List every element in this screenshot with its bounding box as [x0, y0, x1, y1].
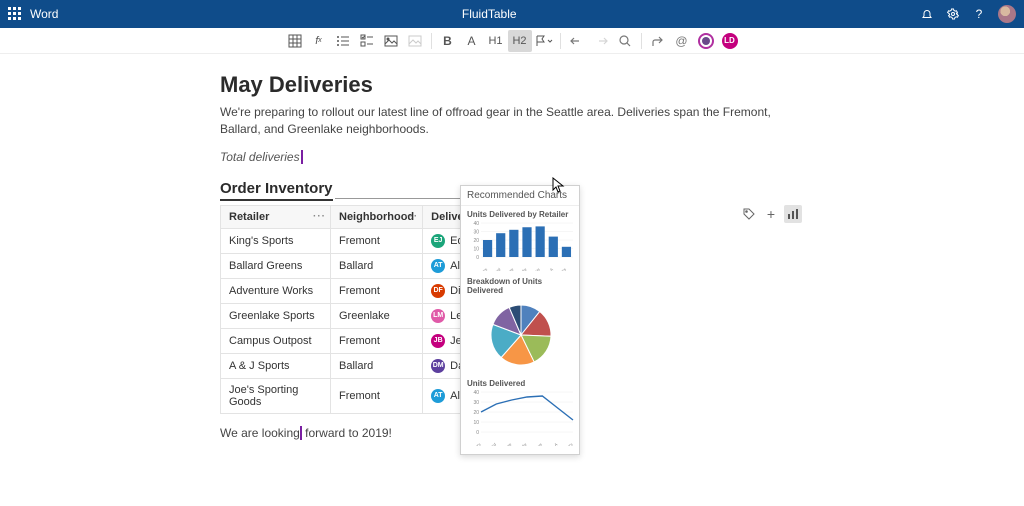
svg-text:0: 0: [476, 430, 479, 436]
svg-text:30: 30: [473, 230, 479, 236]
svg-text:40: 40: [473, 221, 479, 227]
svg-text:40: 40: [473, 390, 479, 396]
function-icon[interactable]: fx: [307, 30, 331, 52]
svg-text:Greenlake: Greenlake: [510, 441, 529, 446]
recommended-charts-panel[interactable]: Recommended Charts Units Delivered by Re…: [460, 185, 580, 455]
svg-text:10: 10: [473, 247, 479, 253]
svg-text:Joe's: Joe's: [563, 442, 573, 446]
app-name: Word: [30, 7, 58, 21]
cell-retailer: A & J Sports: [221, 353, 331, 378]
th-retailer[interactable]: Retailer···: [221, 205, 331, 228]
cell-retailer: Joe's Sporting Goods: [221, 378, 331, 413]
svg-text:Ballard: Ballard: [488, 267, 501, 271]
carrier-avatar: DF: [431, 284, 445, 298]
carrier-avatar: JB: [431, 334, 445, 348]
cell-neighborhood: Ballard: [331, 353, 423, 378]
notification-icon[interactable]: [920, 7, 934, 21]
svg-text:A: A: [553, 442, 558, 446]
help-icon[interactable]: ?: [972, 7, 986, 21]
carrier-avatar: AT: [431, 259, 445, 273]
rec-chart-pie[interactable]: Breakdown of Units Delivered: [461, 273, 579, 375]
search-icon[interactable]: [613, 30, 637, 52]
svg-text:0: 0: [476, 255, 479, 261]
svg-text:30: 30: [473, 400, 479, 406]
carrier-avatar: DM: [431, 359, 445, 373]
image-icon[interactable]: [379, 30, 403, 52]
svg-text:Campus: Campus: [528, 442, 543, 446]
undo-icon[interactable]: [565, 30, 589, 52]
pie-chart-thumb: [467, 297, 575, 373]
checklist-icon[interactable]: [355, 30, 379, 52]
list-icon[interactable]: [331, 30, 355, 52]
total-deliveries-line: Total deliveries: [220, 150, 1024, 164]
section-title: Order Inventory: [220, 180, 333, 201]
carrier-avatar: EJ: [431, 234, 445, 248]
svg-text:Joe's: Joe's: [557, 267, 567, 271]
presence-2[interactable]: LD: [718, 30, 742, 52]
svg-text:King's: King's: [470, 442, 482, 446]
cell-neighborhood: Fremont: [331, 378, 423, 413]
share-icon[interactable]: [646, 30, 670, 52]
toolbar-divider: [641, 33, 642, 49]
h1-button[interactable]: H1: [484, 30, 508, 52]
bold-button[interactable]: B: [436, 30, 460, 52]
rec-chart-line[interactable]: Units Delivered 010203040King'sBallardAd…: [461, 375, 579, 448]
rec-chart-bar[interactable]: Units Delivered by Retailer 010203040Kin…: [461, 206, 579, 273]
title-bar: Word FluidTable ?: [0, 0, 1024, 28]
svg-text:A: A: [549, 267, 554, 271]
cell-retailer: King's Sports: [221, 228, 331, 253]
cell-retailer: Adventure Works: [221, 278, 331, 303]
column-menu-icon[interactable]: ···: [313, 211, 326, 222]
svg-text:20: 20: [473, 238, 479, 244]
carrier-avatar: LM: [431, 309, 445, 323]
cell-retailer: Ballard Greens: [221, 253, 331, 278]
table-icon[interactable]: [283, 30, 307, 52]
bar-chart-thumb: 010203040King'sBallardAdventureGreenlake…: [467, 221, 575, 271]
mention-icon[interactable]: @: [670, 30, 694, 52]
svg-text:10: 10: [473, 420, 479, 426]
toolbar-divider: [560, 33, 561, 49]
svg-text:20: 20: [473, 410, 479, 416]
font-button[interactable]: A: [460, 30, 484, 52]
svg-text:Ballard: Ballard: [484, 442, 497, 446]
app-launcher-icon[interactable]: [8, 7, 22, 21]
toolbar-divider: [431, 33, 432, 49]
cell-neighborhood: Fremont: [331, 278, 423, 303]
h2-button[interactable]: H2: [508, 30, 532, 52]
svg-text:Adventure: Adventure: [494, 441, 512, 446]
page-title: May Deliveries: [220, 72, 1024, 98]
line-chart-thumb: 0 10 20 30 40 King'sBallardAdventureGreenlake…: [467, 390, 575, 446]
tag-icon[interactable]: [740, 205, 758, 223]
closing-paragraph: We are looking forward to 2019!: [220, 426, 1024, 440]
formatting-toolbar: fx B A H1 H2 @ LD: [0, 28, 1024, 54]
flag-dropdown-icon[interactable]: [532, 30, 556, 52]
image-alt-icon[interactable]: [403, 30, 427, 52]
intro-paragraph: We're preparing to rollout our latest li…: [220, 104, 780, 138]
column-menu-icon[interactable]: ···: [405, 211, 418, 222]
user-avatar[interactable]: [998, 5, 1016, 23]
settings-icon[interactable]: [946, 7, 960, 21]
cell-neighborhood: Ballard: [331, 253, 423, 278]
cell-retailer: Campus Outpost: [221, 328, 331, 353]
presence-1[interactable]: [694, 30, 718, 52]
cell-neighborhood: Fremont: [331, 328, 423, 353]
add-icon[interactable]: +: [762, 205, 780, 223]
cell-neighborhood: Fremont: [331, 228, 423, 253]
redo-icon[interactable]: [589, 30, 613, 52]
svg-text:Campus: Campus: [526, 267, 541, 271]
cell-retailer: Greenlake Sports: [221, 303, 331, 328]
rec-panel-title: Recommended Charts: [461, 186, 579, 206]
th-neighborhood[interactable]: Neighborhood···: [331, 205, 423, 228]
cell-neighborhood: Greenlake: [331, 303, 423, 328]
document-title: FluidTable: [58, 7, 920, 21]
carrier-avatar: AT: [431, 389, 445, 403]
svg-text:King's: King's: [476, 267, 488, 271]
chart-icon[interactable]: [784, 205, 802, 223]
